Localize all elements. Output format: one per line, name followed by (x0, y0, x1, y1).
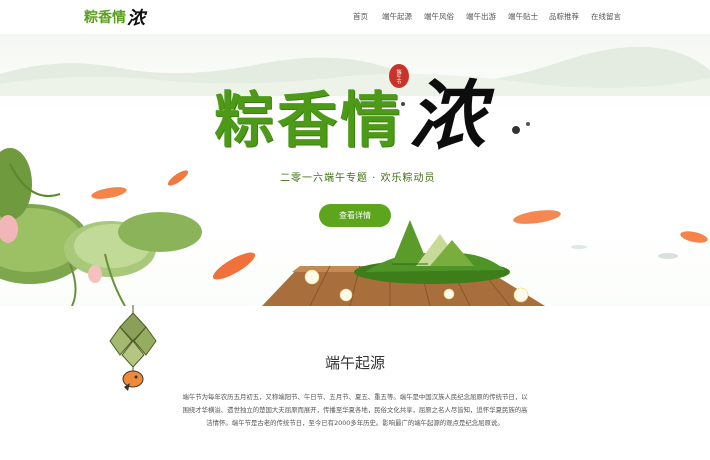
zongzi-icon (109, 305, 157, 391)
zongzi-plate (354, 220, 510, 284)
hero-title-green: 粽香情 (214, 86, 403, 156)
hero-title: 粽香情 浓 (214, 72, 485, 159)
nav-item-recommend[interactable]: 品粽推荐 (549, 11, 579, 22)
nav-item-origin[interactable]: 端午起源 (382, 11, 412, 22)
nav-item-message[interactable]: 在线留言 (591, 11, 621, 22)
hero-title-ink: 浓 (409, 70, 485, 160)
hero-subtitle: 二零一六端午专题 · 欢乐粽动员 (280, 173, 436, 184)
nav-item-travel[interactable]: 端午出游 (466, 11, 496, 22)
site-logo[interactable]: 粽香情 浓 (84, 6, 145, 29)
logo-green-text: 粽香情 (84, 10, 126, 26)
view-details-button[interactable]: 查看详情 (319, 204, 391, 227)
site-header: 粽香情 浓 首页 端午起源 端午风俗 端午出游 端午贴士 品粽推荐 在线留言 (0, 0, 710, 34)
nav-item-customs[interactable]: 端午风俗 (424, 11, 454, 22)
section-title: 端午起源 (324, 354, 385, 372)
seal-stamp: 端午节 (389, 64, 409, 88)
logo-ink-text: 浓 (127, 8, 145, 29)
hero-banner: 粽香情 浓 端午节 二零一六端午专题 · 欢乐粽动员 查看详情 (0, 34, 710, 306)
nav-item-tips[interactable]: 端午贴士 (508, 11, 538, 22)
lotus-leaf-icon (0, 148, 202, 306)
section-paragraph: 端午节为每年农历五月初五，又称端阳节、午日节、五月节、夏五、重五等。端午是中国汉… (182, 393, 528, 427)
nav-item-home[interactable]: 首页 (353, 11, 368, 22)
